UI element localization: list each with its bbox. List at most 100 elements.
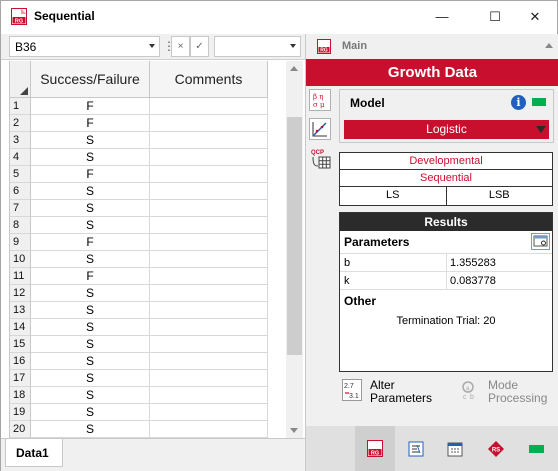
cell-comments[interactable] — [150, 387, 268, 404]
cancel-edit-button[interactable]: × — [171, 36, 190, 57]
column-header-success-failure[interactable]: Success/Failure — [31, 61, 150, 98]
table-row: 16 S — [10, 353, 286, 370]
cell-reference-box[interactable]: B36 — [9, 36, 160, 57]
chevron-down-icon[interactable] — [290, 44, 296, 48]
row-header[interactable]: 9 — [10, 234, 31, 251]
cell-comments[interactable] — [150, 149, 268, 166]
cell-success-failure[interactable]: S — [31, 353, 150, 370]
parameters-tool-button[interactable]: β η σ μ — [309, 89, 331, 111]
row-header[interactable]: 20 — [10, 421, 31, 438]
select-all-corner[interactable] — [10, 61, 31, 98]
cell-success-failure[interactable]: S — [31, 183, 150, 200]
row-header[interactable]: 1 — [10, 98, 31, 115]
cell-success-failure[interactable]: S — [31, 200, 150, 217]
rg-home-button[interactable]: RG — [355, 426, 395, 471]
row-header[interactable]: 17 — [10, 370, 31, 387]
main-label[interactable]: Main — [342, 40, 367, 52]
chevron-up-icon[interactable] — [545, 43, 553, 48]
cell-success-failure[interactable]: S — [31, 132, 150, 149]
cell-comments[interactable] — [150, 353, 268, 370]
cell-success-failure[interactable]: S — [31, 217, 150, 234]
qcp-tool-button[interactable]: QCP — [309, 147, 333, 171]
summary-button[interactable] — [396, 426, 436, 471]
cell-comments[interactable] — [150, 132, 268, 149]
row-header[interactable]: 19 — [10, 404, 31, 421]
close-button[interactable]: ✕ — [512, 1, 558, 32]
cell-comments[interactable] — [150, 234, 268, 251]
row-header[interactable]: 12 — [10, 285, 31, 302]
data-format-sequential[interactable]: Sequential — [340, 170, 552, 187]
cell-comments[interactable] — [150, 251, 268, 268]
mode-processing-button[interactable]: a b c Mode Processing — [460, 379, 547, 409]
sheet-tab-data1[interactable]: Data1 — [5, 439, 63, 467]
minimize-button[interactable]: — — [419, 1, 465, 32]
cell-success-failure[interactable]: S — [31, 302, 150, 319]
plot-tool-button[interactable] — [309, 118, 331, 140]
cell-success-failure[interactable]: S — [31, 319, 150, 336]
cell-comments[interactable] — [150, 370, 268, 387]
cell-success-failure[interactable]: S — [31, 387, 150, 404]
view-results-button[interactable] — [531, 233, 550, 250]
row-header[interactable]: 4 — [10, 149, 31, 166]
scroll-up-icon[interactable] — [290, 66, 298, 71]
scroll-down-icon[interactable] — [290, 428, 298, 433]
cell-success-failure[interactable]: S — [31, 404, 150, 421]
cell-success-failure[interactable]: S — [31, 251, 150, 268]
cell-success-failure[interactable]: S — [31, 285, 150, 302]
cell-comments[interactable] — [150, 268, 268, 285]
cell-success-failure[interactable]: S — [31, 336, 150, 353]
formula-input[interactable] — [214, 36, 301, 57]
cell-success-failure[interactable]: S — [31, 370, 150, 387]
view-window-icon — [533, 235, 548, 247]
chevron-down-icon[interactable] — [149, 44, 155, 48]
cell-comments[interactable] — [150, 421, 268, 438]
row-header[interactable]: 3 — [10, 132, 31, 149]
row-header[interactable]: 6 — [10, 183, 31, 200]
alter-parameters-button[interactable]: 2.7 3.1 Alter Parameters — [342, 379, 432, 409]
cell-comments[interactable] — [150, 115, 268, 132]
column-header-comments[interactable]: Comments — [150, 61, 268, 98]
method-ls[interactable]: LS — [340, 187, 447, 205]
info-icon[interactable]: i — [511, 95, 526, 110]
cell-success-failure[interactable]: S — [31, 149, 150, 166]
model-select[interactable]: Logistic — [344, 120, 549, 139]
row-header[interactable]: 5 — [10, 166, 31, 183]
cell-comments[interactable] — [150, 336, 268, 353]
chevron-down-icon[interactable] — [536, 126, 546, 133]
row-header[interactable]: 13 — [10, 302, 31, 319]
row-header[interactable]: 14 — [10, 319, 31, 336]
row-header[interactable]: 2 — [10, 115, 31, 132]
cell-comments[interactable] — [150, 217, 268, 234]
cell-comments[interactable] — [150, 200, 268, 217]
rg-main-icon[interactable]: RG — [317, 39, 331, 54]
cell-comments[interactable] — [150, 302, 268, 319]
status-button[interactable] — [516, 426, 556, 471]
data-type-developmental[interactable]: Developmental — [340, 153, 552, 170]
cell-comments[interactable] — [150, 404, 268, 421]
cell-comments[interactable] — [150, 319, 268, 336]
calendar-button[interactable] — [435, 426, 475, 471]
cell-success-failure[interactable]: F — [31, 98, 150, 115]
rs-button[interactable]: RS — [476, 426, 516, 471]
accept-edit-button[interactable]: ✓ — [190, 36, 209, 57]
cell-success-failure[interactable]: S — [31, 421, 150, 438]
row-header[interactable]: 16 — [10, 353, 31, 370]
cell-comments[interactable] — [150, 98, 268, 115]
row-header[interactable]: 18 — [10, 387, 31, 404]
cell-success-failure[interactable]: F — [31, 268, 150, 285]
row-header[interactable]: 7 — [10, 200, 31, 217]
cell-success-failure[interactable]: F — [31, 166, 150, 183]
cell-comments[interactable] — [150, 166, 268, 183]
data-grid[interactable]: Success/Failure Comments 1F2F3S4S5F6S7S8… — [9, 61, 286, 438]
row-header[interactable]: 8 — [10, 217, 31, 234]
scrollbar-thumb[interactable] — [287, 117, 302, 355]
row-header[interactable]: 10 — [10, 251, 31, 268]
vertical-scrollbar[interactable] — [286, 61, 303, 438]
cell-comments[interactable] — [150, 285, 268, 302]
method-lsb[interactable]: LSB — [447, 187, 553, 205]
cell-success-failure[interactable]: F — [31, 234, 150, 251]
row-header[interactable]: 15 — [10, 336, 31, 353]
cell-comments[interactable] — [150, 183, 268, 200]
cell-success-failure[interactable]: F — [31, 115, 150, 132]
row-header[interactable]: 11 — [10, 268, 31, 285]
